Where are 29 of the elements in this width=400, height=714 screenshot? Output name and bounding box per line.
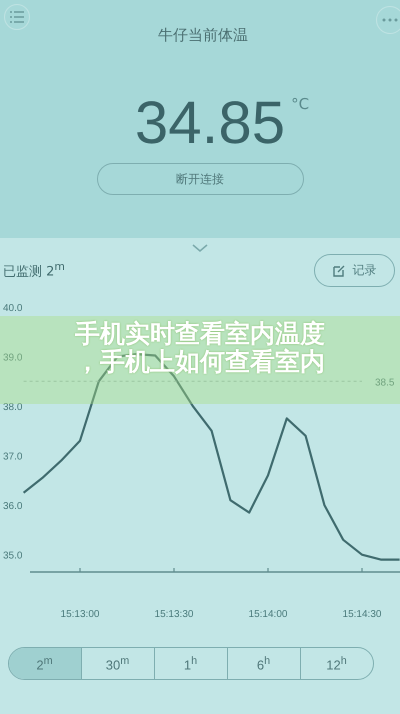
more-button[interactable] [376, 6, 400, 34]
y-axis-label: 36.0 [3, 501, 22, 512]
y-axis-label: 38.0 [3, 402, 22, 414]
chevron-down-icon[interactable] [192, 244, 208, 253]
more-icon [382, 18, 398, 22]
range-tab[interactable]: 12$^{h}$ [300, 648, 372, 679]
x-axis-label: 15:13:30 [154, 609, 194, 620]
reference-value: 38.5 [375, 377, 394, 388]
x-axis-label: 15:13:00 [60, 609, 100, 620]
record-button[interactable]: 记录 [314, 254, 395, 287]
temperature-unit: °C [291, 95, 310, 113]
banner-text: 手机实时查看室内温度 [75, 320, 325, 348]
range-tab[interactable]: 2$^{m}$ [8, 648, 80, 679]
x-axis-label: 15:14:30 [342, 609, 382, 620]
menu-button[interactable] [4, 4, 30, 30]
monitor-duration: 已监测 2$^{m}$ [3, 260, 65, 281]
x-axis-label: 15:14:00 [248, 609, 288, 620]
range-tab[interactable]: 1$^{h}$ [154, 648, 226, 679]
edit-icon [332, 264, 344, 276]
disconnect-button[interactable]: 断开连接 [96, 163, 304, 195]
temperature-value: 34.85 [134, 93, 286, 153]
y-axis-label: 37.0 [3, 452, 22, 463]
menu-icon [10, 11, 24, 23]
y-axis-label: 39.0 [3, 352, 22, 364]
y-axis-label: 40.0 [3, 303, 22, 314]
screen-title: 牛仔当前体温 [158, 26, 248, 45]
range-tab[interactable]: 6$^{h}$ [226, 648, 300, 679]
y-axis-label: 35.0 [3, 550, 22, 562]
range-tab[interactable]: 30$^{m}$ [80, 648, 154, 679]
